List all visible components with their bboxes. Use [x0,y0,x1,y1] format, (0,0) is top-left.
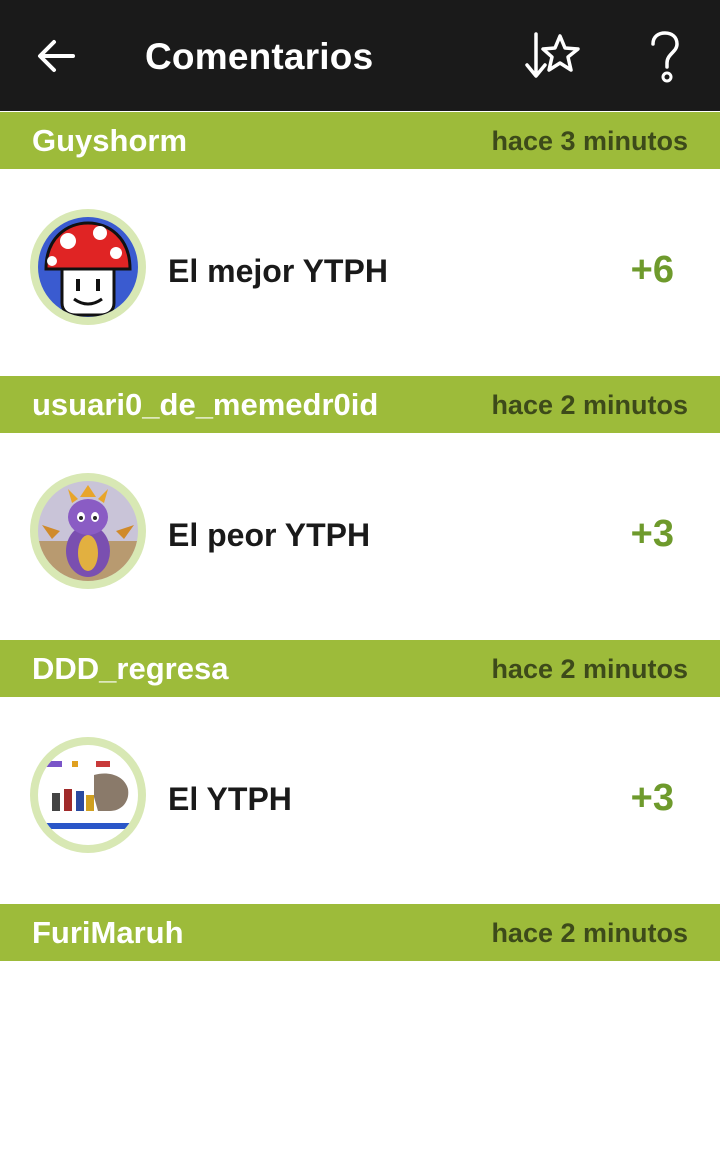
comment-score[interactable]: +3 [631,777,674,820]
comment-body: El peor YTPH +3 [0,433,720,640]
app-toolbar: Comentarios [0,0,720,111]
arrow-left-icon [38,40,75,72]
comment-score[interactable]: +6 [631,249,674,292]
comment-username[interactable]: Guyshorm [32,123,187,159]
avatar[interactable] [30,209,146,325]
star-sort-icon [525,32,580,78]
comment-body: El mejor YTPH +6 [0,169,720,376]
help-question-icon [651,31,679,83]
comment-username[interactable]: DDD_regresa [32,651,228,687]
comment-item[interactable]: DDD_regresa hace 2 minutos El YTPH +3 [0,640,720,904]
page-title: Comentarios [145,36,374,77]
help-button[interactable] [640,28,690,86]
comment-time: hace 2 minutos [491,654,688,684]
comment-username[interactable]: usuari0_de_memedr0id [32,387,378,423]
comment-header: DDD_regresa hace 2 minutos [0,640,720,697]
comment-time: hace 3 minutos [491,126,688,156]
comment-score[interactable]: +3 [631,513,674,556]
comment-time: hace 2 minutos [491,918,688,948]
comment-username[interactable]: FuriMaruh [32,915,184,951]
comment-item[interactable]: FuriMaruh hace 2 minutos [0,904,720,1168]
comment-time: hace 2 minutos [491,390,688,420]
comment-header: Guyshorm hace 3 minutos [0,112,720,169]
sort-favorites-button[interactable] [522,28,582,86]
comment-header: usuari0_de_memedr0id hace 2 minutos [0,376,720,433]
back-button[interactable] [30,30,82,82]
comment-item[interactable]: Guyshorm hace 3 minutos El mejor YTPH +6 [0,112,720,376]
comment-body: El YTPH +3 [0,697,720,904]
avatar[interactable] [30,473,146,589]
purple-dragon-avatar-icon [38,481,138,581]
comment-text: El YTPH [168,781,292,817]
comment-header: FuriMaruh hace 2 minutos [0,904,720,961]
internet-squad-avatar-icon [38,745,138,845]
comment-text: El peor YTPH [168,517,371,553]
avatar[interactable] [30,737,146,853]
comment-item[interactable]: usuari0_de_memedr0id hace 2 minutos El p… [0,376,720,640]
comment-text: El mejor YTPH [168,253,388,289]
mushroom-avatar-icon [38,217,138,317]
